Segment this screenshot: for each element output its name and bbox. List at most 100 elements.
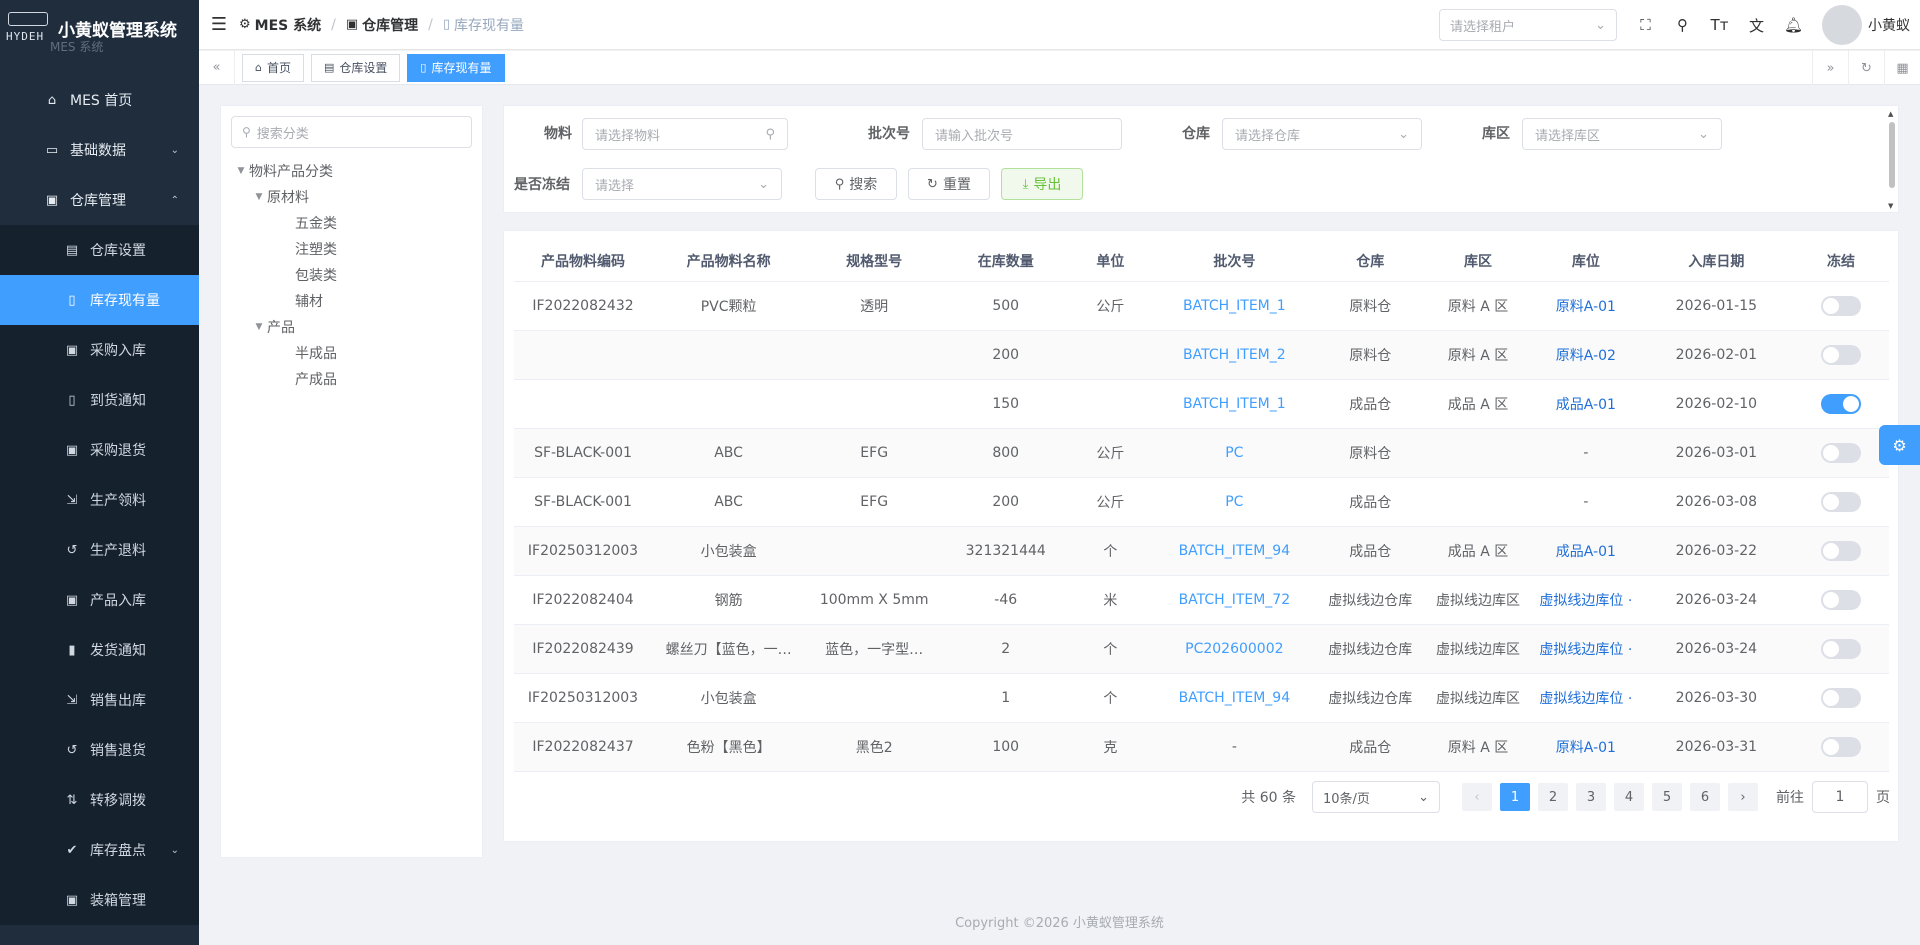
scroll-right-icon[interactable]: » [1812,51,1848,85]
sidebar-item-12[interactable]: ⇲ 销售出库 [0,675,199,725]
cell-loc[interactable]: 虚拟线边库位 · [1531,673,1640,723]
sidebar-item-9[interactable]: ↺ 生产退料 [0,525,199,575]
tree-node[interactable]: 半成品 [233,340,482,366]
frozen-toggle[interactable] [1820,736,1861,757]
frozen-toggle[interactable] [1820,393,1861,414]
sidebar-item-14[interactable]: ⇅ 转移调拨 [0,775,199,825]
frozen-toggle[interactable] [1820,344,1861,365]
cell-loc[interactable]: 虚拟线边库位 · [1531,575,1640,625]
tree-node[interactable]: 辅材 [233,288,482,314]
page-button[interactable]: 3 [1576,783,1606,811]
cell-loc[interactable]: 原料A-01 [1531,281,1640,331]
tree-node[interactable]: 包装类 [233,262,482,288]
page-button[interactable]: 2 [1538,783,1568,811]
page-button[interactable]: 5 [1652,783,1682,811]
frozen-toggle[interactable] [1820,687,1861,708]
sidebar-item-2[interactable]: ▣ 仓库管理 ⌃ [0,175,199,225]
tree-node[interactable]: ▼ 原材料 [233,184,482,210]
page-button[interactable]: 1 [1500,783,1530,811]
tree-node[interactable]: 五金类 [233,210,482,236]
tenant-select[interactable]: 请选择租户 ⌄ [1439,9,1617,41]
batch-input[interactable]: 请输入批次号 [922,118,1122,150]
language-icon[interactable]: 文 [1738,0,1775,50]
cell-loc[interactable]: 虚拟线边库位 · [1531,624,1640,674]
cell-batch[interactable]: PC [1152,477,1317,527]
next-page-button[interactable]: › [1728,783,1758,811]
cell-loc[interactable]: 成品A-01 [1531,526,1640,576]
tag-home[interactable]: ⌂ 首页 [242,53,304,82]
breadcrumb-item-mes[interactable]: ⚙ MES 系统 [239,15,321,35]
frozen-toggle[interactable] [1820,442,1861,463]
cell-batch[interactable]: BATCH_ITEM_2 [1152,330,1317,380]
sidebar-item-1[interactable]: ▭ 基础数据 ⌄ [0,125,199,175]
cell-loc[interactable]: 原料A-01 [1531,722,1640,772]
cell-batch[interactable]: BATCH_ITEM_94 [1152,526,1317,576]
frozen-toggle[interactable] [1820,540,1861,561]
cell-spec [805,673,944,723]
sidebar-item-4[interactable]: ▯ 库存现有量 [0,275,199,325]
hamburger-icon[interactable]: ☰ [199,0,239,50]
tag-inventory[interactable]: ▯ 库存现有量 [407,53,505,82]
tree-node[interactable]: ▼ 物料产品分类 [233,158,482,184]
filter-scrollbar[interactable]: ▲ ▼ [1888,110,1896,210]
tree-search-input[interactable]: ⚲ 搜索分类 [231,116,472,148]
goto-page-input[interactable]: 1 [1812,781,1868,813]
cell-loc[interactable]: - [1531,477,1640,527]
frozen-toggle[interactable] [1820,589,1861,610]
frozen-select[interactable]: 请选择 ⌄ [582,168,782,200]
sidebar-item-13[interactable]: ↺ 销售退货 [0,725,199,775]
cell-loc[interactable]: - [1531,428,1640,478]
page-size-select[interactable]: 10条/页 ⌄ [1312,781,1440,813]
sidebar-item-6[interactable]: ▯ 到货通知 [0,375,199,425]
frozen-toggle[interactable] [1820,491,1861,512]
cell-batch[interactable]: BATCH_ITEM_1 [1152,379,1317,429]
tree-node[interactable]: 产成品 [233,366,482,392]
warehouse-select[interactable]: 请选择仓库 ⌄ [1222,118,1422,150]
cell-batch[interactable]: PC [1152,428,1317,478]
cell-loc[interactable]: 成品A-01 [1531,379,1640,429]
reset-button[interactable]: ↻ 重置 [908,168,990,200]
tag-warehouse-settings[interactable]: ▤ 仓库设置 [311,53,401,82]
area-select[interactable]: 请选择库区 ⌄ [1522,118,1722,150]
sidebar-item-10[interactable]: ▣ 产品入库 [0,575,199,625]
cell-batch[interactable]: - [1152,722,1317,772]
cell-warehouse: 成品仓 [1316,379,1425,429]
prev-page-button[interactable]: ‹ [1462,783,1492,811]
frozen-toggle[interactable] [1820,295,1861,316]
export-button[interactable]: ⤓ 导出 [1001,168,1083,200]
sidebar-item-7[interactable]: ▣ 采购退货 [0,425,199,475]
page-button[interactable]: 6 [1690,783,1720,811]
sidebar-item-5[interactable]: ▣ 采购入库 [0,325,199,375]
material-select[interactable]: 请选择物料 ⚲ [582,118,788,150]
bell-icon[interactable]: 🔔︎ [1775,0,1812,50]
font-size-icon[interactable]: Tт [1701,0,1738,50]
sidebar-logo[interactable]: HYDEH 小黄蚁管理系统 MES 系统 [0,0,199,75]
breadcrumb-item-warehouse[interactable]: ▣ 仓库管理 [346,15,418,35]
cell-unit [1068,330,1153,380]
cell-batch[interactable]: BATCH_ITEM_1 [1152,281,1317,331]
cell-batch[interactable]: PC202600002 [1152,624,1317,674]
settings-float-button[interactable]: ⚙ [1879,425,1920,465]
fullscreen-icon[interactable]: ⛶ [1627,0,1664,50]
tree-node[interactable]: ▼ 产品 [233,314,482,340]
search-button[interactable]: ⚲ 搜索 [815,168,897,200]
avatar[interactable] [1822,5,1862,45]
sidebar-item-16[interactable]: ▣ 装箱管理 [0,875,199,925]
cell-batch[interactable]: BATCH_ITEM_94 [1152,673,1317,723]
scroll-left-icon[interactable]: « [199,50,235,85]
sidebar-item-11[interactable]: ▮ 发货通知 [0,625,199,675]
page-button[interactable]: 4 [1614,783,1644,811]
frozen-toggle[interactable] [1820,638,1861,659]
cell-batch[interactable]: BATCH_ITEM_72 [1152,575,1317,625]
search-icon[interactable]: ⚲ [1664,0,1701,50]
sidebar-item-3[interactable]: ▤ 仓库设置 [0,225,199,275]
cell-loc[interactable]: 原料A-02 [1531,330,1640,380]
sidebar-item-8[interactable]: ⇲ 生产领料 [0,475,199,525]
sidebar-item-15[interactable]: ✔ 库存盘点 ⌄ [0,825,199,875]
grid-menu-icon[interactable]: ▦ [1884,51,1920,85]
tree-node[interactable]: 注塑类 [233,236,482,262]
sidebar-item-label: 采购入库 [90,343,146,359]
username[interactable]: 小黄蚁 [1868,15,1910,35]
refresh-icon[interactable]: ↻ [1848,51,1884,85]
sidebar-item-0[interactable]: ⌂ MES 首页 [0,75,199,125]
